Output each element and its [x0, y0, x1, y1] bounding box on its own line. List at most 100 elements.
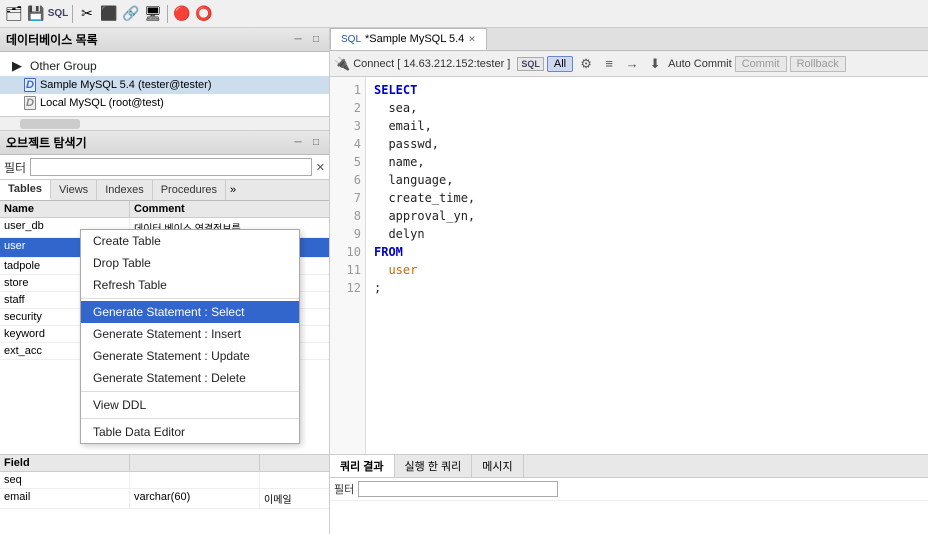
field-header: Field	[0, 455, 329, 472]
db-blue-icon: D	[24, 78, 36, 92]
ctx-generate-insert[interactable]: Generate Statement : Insert	[81, 323, 299, 345]
tab-indexes[interactable]: Indexes	[97, 180, 153, 200]
line-num-12: 12	[334, 279, 361, 297]
toolbar-sql-btn[interactable]: SQL	[48, 4, 68, 24]
tab-more-btn[interactable]: »	[226, 180, 240, 200]
ctx-sep-1	[81, 298, 299, 299]
tab-sql-icon: SQL	[341, 34, 361, 45]
db-tree-title: 데이터베이스 목록	[6, 31, 98, 48]
field-comment-seq	[260, 472, 329, 488]
result-filter-bar: 필터	[330, 478, 928, 501]
toolbar-connect-btn[interactable]: 🔗	[121, 4, 141, 24]
arrow-btn[interactable]: →	[622, 54, 642, 74]
toolbar-monitor-btn[interactable]: 🖥	[143, 4, 163, 24]
format-btn[interactable]: ≡	[599, 54, 619, 74]
table-list-header: Name Comment	[0, 201, 329, 218]
ctx-sep-3	[81, 418, 299, 419]
ctx-create-table[interactable]: Create Table	[81, 230, 299, 252]
line-num-11: 11	[334, 261, 361, 279]
rollback-btn[interactable]: Rollback	[790, 56, 846, 72]
field-rows: seq email varchar(60) 이메일	[0, 472, 329, 534]
db-tree-minimize-btn[interactable]: ─	[291, 33, 305, 47]
autocommit-label: Auto Commit	[668, 58, 732, 70]
col-header-comment: Comment	[130, 201, 329, 217]
download-btn[interactable]: ⬇	[645, 54, 665, 74]
field-name-seq: seq	[0, 472, 130, 488]
result-tab-message[interactable]: 메시지	[472, 455, 523, 477]
toolbar-save-btn[interactable]: 💾	[26, 4, 46, 24]
line-num-4: 4	[334, 135, 361, 153]
ctx-refresh-table[interactable]: Refresh Table	[81, 274, 299, 296]
tree-item-local-mysql[interactable]: D Local MySQL (root@test)	[0, 94, 329, 112]
obj-maximize-btn[interactable]: □	[309, 136, 323, 150]
tab-tables[interactable]: Tables	[0, 180, 51, 200]
tree-item-sample-mysql[interactable]: D Sample MySQL 5.4 (tester@tester)	[0, 76, 329, 94]
group-label: Other Group	[30, 59, 97, 73]
sql-editor-content[interactable]: SELECT sea, email, passwd, name, languag…	[366, 77, 928, 454]
connect-info: Connect [ 14.63.212.152:tester ]	[353, 58, 510, 70]
ctx-generate-select[interactable]: Generate Statement : Select	[81, 301, 299, 323]
obj-explorer: 오브젝트 탐색기 ─ □ 필터 ✕ Tables Views Indexes P…	[0, 131, 329, 534]
obj-minimize-btn[interactable]: ─	[291, 136, 305, 150]
tab-views[interactable]: Views	[51, 180, 97, 200]
line-num-9: 9	[334, 225, 361, 243]
editor-tab-sample-mysql[interactable]: SQL *Sample MySQL 5.4 ✕	[330, 28, 487, 50]
line-num-10: 10	[334, 243, 361, 261]
right-panel: SQL *Sample MySQL 5.4 ✕ 🔌 Connect [ 14.6…	[330, 28, 928, 534]
result-tab-executed[interactable]: 실행 한 쿼리	[395, 455, 473, 477]
line-numbers: 1 2 3 4 5 6 7 8 9 10 11 12	[330, 77, 366, 454]
db-tree-title-bar: 데이터베이스 목록 ─ □	[0, 28, 329, 52]
sql-toolbar: 🔌 Connect [ 14.63.212.152:tester ] SQL A…	[330, 51, 928, 77]
field-panel: Field seq email varchar(60) 이메일	[0, 454, 329, 534]
line-num-1: 1	[334, 81, 361, 99]
tree-item-other-group[interactable]: ▶ Other Group	[0, 56, 329, 76]
field-type-email: varchar(60)	[130, 489, 260, 508]
all-btn[interactable]: All	[547, 56, 573, 72]
toolbar-sep-1	[72, 5, 73, 23]
left-panel: 데이터베이스 목록 ─ □ ▶ Other Group D Sample MyS…	[0, 28, 330, 534]
db-tree-scrollbar[interactable]	[0, 116, 329, 130]
commit-btn[interactable]: Commit	[735, 56, 787, 72]
field-row-email[interactable]: email varchar(60) 이메일	[0, 489, 329, 509]
db-tree-maximize-btn[interactable]: □	[309, 33, 323, 47]
toolbar-stop-btn[interactable]: ⬛	[99, 4, 119, 24]
field-comment-email: 이메일	[260, 489, 329, 508]
gear-btn[interactable]: ⚙	[576, 54, 596, 74]
col-header-name: Name	[0, 201, 130, 217]
scrollbar-thumb	[20, 119, 80, 129]
field-row-seq[interactable]: seq	[0, 472, 329, 489]
toolbar-circle-btn[interactable]: ⭕	[194, 4, 214, 24]
result-tab-query[interactable]: 쿼리 결과	[330, 455, 395, 477]
db-tree-area: ▶ Other Group D Sample MySQL 5.4 (tester…	[0, 52, 329, 116]
toolbar-cut-btn[interactable]: ✂	[77, 4, 97, 24]
filter-clear-btn[interactable]: ✕	[316, 161, 325, 174]
connect-icon: 🔌	[334, 56, 350, 72]
tab-procedures[interactable]: Procedures	[153, 180, 226, 200]
toolbar-red-btn[interactable]: 🔴	[172, 4, 192, 24]
result-filter-input[interactable]	[358, 481, 558, 497]
db-sample-label: Sample MySQL 5.4 (tester@tester)	[40, 79, 212, 91]
line-num-5: 5	[334, 153, 361, 171]
main-toolbar: 🗂 💾 SQL ✂ ⬛ 🔗 🖥 🔴 ⭕	[0, 0, 928, 28]
line-num-8: 8	[334, 207, 361, 225]
db-tree-panel: 데이터베이스 목록 ─ □ ▶ Other Group D Sample MyS…	[0, 28, 329, 131]
obj-explorer-title-bar: 오브젝트 탐색기 ─ □	[0, 131, 329, 155]
line-num-6: 6	[334, 171, 361, 189]
toolbar-sep-2	[167, 5, 168, 23]
filter-label: 필터	[4, 159, 26, 176]
db-gray-icon: D	[24, 96, 36, 110]
main-layout: 데이터베이스 목록 ─ □ ▶ Other Group D Sample MyS…	[0, 28, 928, 534]
field-col-type	[130, 455, 260, 471]
ctx-generate-delete[interactable]: Generate Statement : Delete	[81, 367, 299, 389]
ctx-view-ddl[interactable]: View DDL	[81, 394, 299, 416]
obj-explorer-title: 오브젝트 탐색기	[6, 134, 87, 151]
toolbar-folder-btn[interactable]: 🗂	[4, 4, 24, 24]
ctx-drop-table[interactable]: Drop Table	[81, 252, 299, 274]
filter-input[interactable]	[30, 158, 312, 176]
result-panel: 쿼리 결과 실행 한 쿼리 메시지 필터	[330, 454, 928, 534]
editor-tab-close-btn[interactable]: ✕	[468, 34, 476, 45]
ctx-generate-update[interactable]: Generate Statement : Update	[81, 345, 299, 367]
expand-icon: ▶	[12, 58, 22, 74]
field-col-field: Field	[0, 455, 130, 471]
ctx-table-data-editor[interactable]: Table Data Editor	[81, 421, 299, 443]
